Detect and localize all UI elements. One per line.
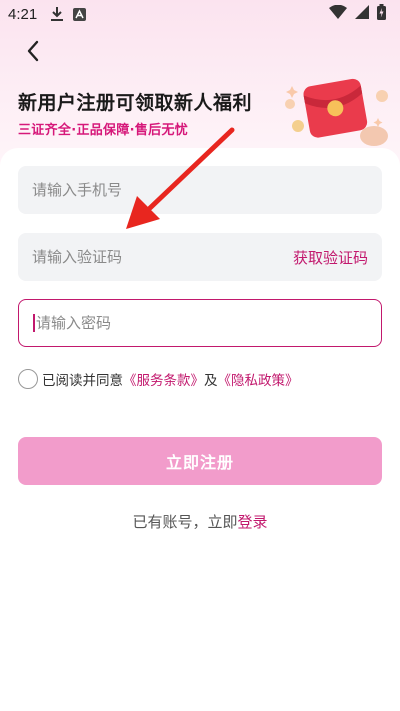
status-time: 4:21	[8, 5, 38, 23]
promo-subtitle: 三证齐全·正品保障·售后无忧	[18, 123, 189, 138]
phone-input[interactable]	[32, 181, 368, 199]
login-link[interactable]: 登录	[238, 513, 268, 531]
download-icon	[51, 7, 64, 21]
agreement-checkbox[interactable]	[18, 369, 38, 389]
status-bar: 4:21	[0, 0, 400, 28]
text-caret	[33, 314, 35, 332]
agreement-prefix: 已阅读并同意	[42, 373, 123, 389]
password-field[interactable]	[18, 299, 382, 347]
phone-field[interactable]	[18, 166, 382, 214]
signal-icon	[355, 5, 369, 23]
password-input[interactable]	[35, 314, 367, 332]
get-code-button[interactable]: 获取验证码	[293, 247, 368, 268]
red-packet-illustration	[285, 78, 388, 146]
wifi-icon	[329, 4, 347, 23]
login-row: 已有账号，立即登录	[0, 511, 400, 532]
chevron-left-icon	[27, 40, 39, 62]
service-terms-link[interactable]: 《服务条款》	[123, 369, 204, 389]
verification-code-input[interactable]	[32, 248, 285, 266]
promo-title: 新用户注册可领取新人福利	[18, 92, 253, 114]
app-notification-icon	[73, 7, 87, 21]
login-prompt: 已有账号，立即	[132, 513, 238, 531]
back-button[interactable]	[18, 36, 48, 66]
register-button[interactable]: 立即注册	[18, 437, 382, 485]
privacy-policy-link[interactable]: 《隐私政策》	[218, 369, 299, 389]
verification-code-field[interactable]: 获取验证码	[18, 233, 382, 281]
agreement-conjunction: 及	[204, 373, 218, 389]
battery-charging-icon	[377, 4, 386, 24]
agreement-row: 已阅读并同意 《服务条款》 及 《隐私政策》	[18, 368, 299, 390]
